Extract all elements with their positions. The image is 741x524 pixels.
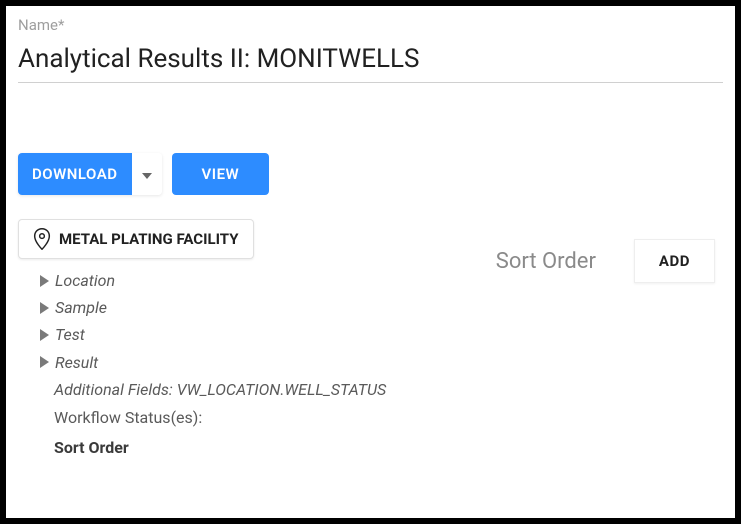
tree-item-location[interactable]: Location <box>40 267 496 294</box>
tree-item-test[interactable]: Test <box>40 321 496 348</box>
tree-list: Location Sample Test Result <box>18 267 496 376</box>
download-button[interactable]: DOWNLOAD <box>18 153 132 195</box>
tree-item-sample[interactable]: Sample <box>40 294 496 321</box>
name-field-label: Name* <box>18 16 723 34</box>
expand-caret-icon <box>40 275 49 287</box>
sort-order-heading: Sort Order <box>18 433 496 463</box>
download-dropdown-toggle[interactable] <box>132 153 162 195</box>
expand-caret-icon <box>40 302 49 314</box>
tree-item-label: Test <box>55 321 85 348</box>
name-input[interactable] <box>18 40 723 83</box>
add-button[interactable]: ADD <box>634 239 715 283</box>
workflow-status-text: Workflow Status(es): <box>18 403 496 433</box>
action-button-row: DOWNLOAD VIEW <box>18 153 723 195</box>
expand-caret-icon <box>40 356 49 368</box>
content-frame: Name* DOWNLOAD VIEW METAL PLATING FA <box>0 0 741 524</box>
download-button-group: DOWNLOAD <box>18 153 162 195</box>
additional-fields-text: Additional Fields: VW_LOCATION.WELL_STAT… <box>18 376 496 403</box>
facility-chip[interactable]: METAL PLATING FACILITY <box>18 219 254 259</box>
facility-chip-label: METAL PLATING FACILITY <box>59 230 239 248</box>
map-pin-icon <box>33 228 51 250</box>
tree-item-label: Result <box>55 349 98 376</box>
view-button[interactable]: VIEW <box>172 153 270 195</box>
tree-item-label: Sample <box>55 294 107 321</box>
lower-region: METAL PLATING FACILITY Location Sample T… <box>18 219 723 464</box>
tree-item-label: Location <box>55 267 115 294</box>
right-panel: Sort Order ADD <box>496 239 723 283</box>
sort-order-label: Sort Order <box>496 249 596 274</box>
expand-caret-icon <box>40 329 49 341</box>
left-panel: METAL PLATING FACILITY Location Sample T… <box>18 219 496 464</box>
tree-item-result[interactable]: Result <box>40 349 496 376</box>
caret-down-icon <box>142 167 152 182</box>
